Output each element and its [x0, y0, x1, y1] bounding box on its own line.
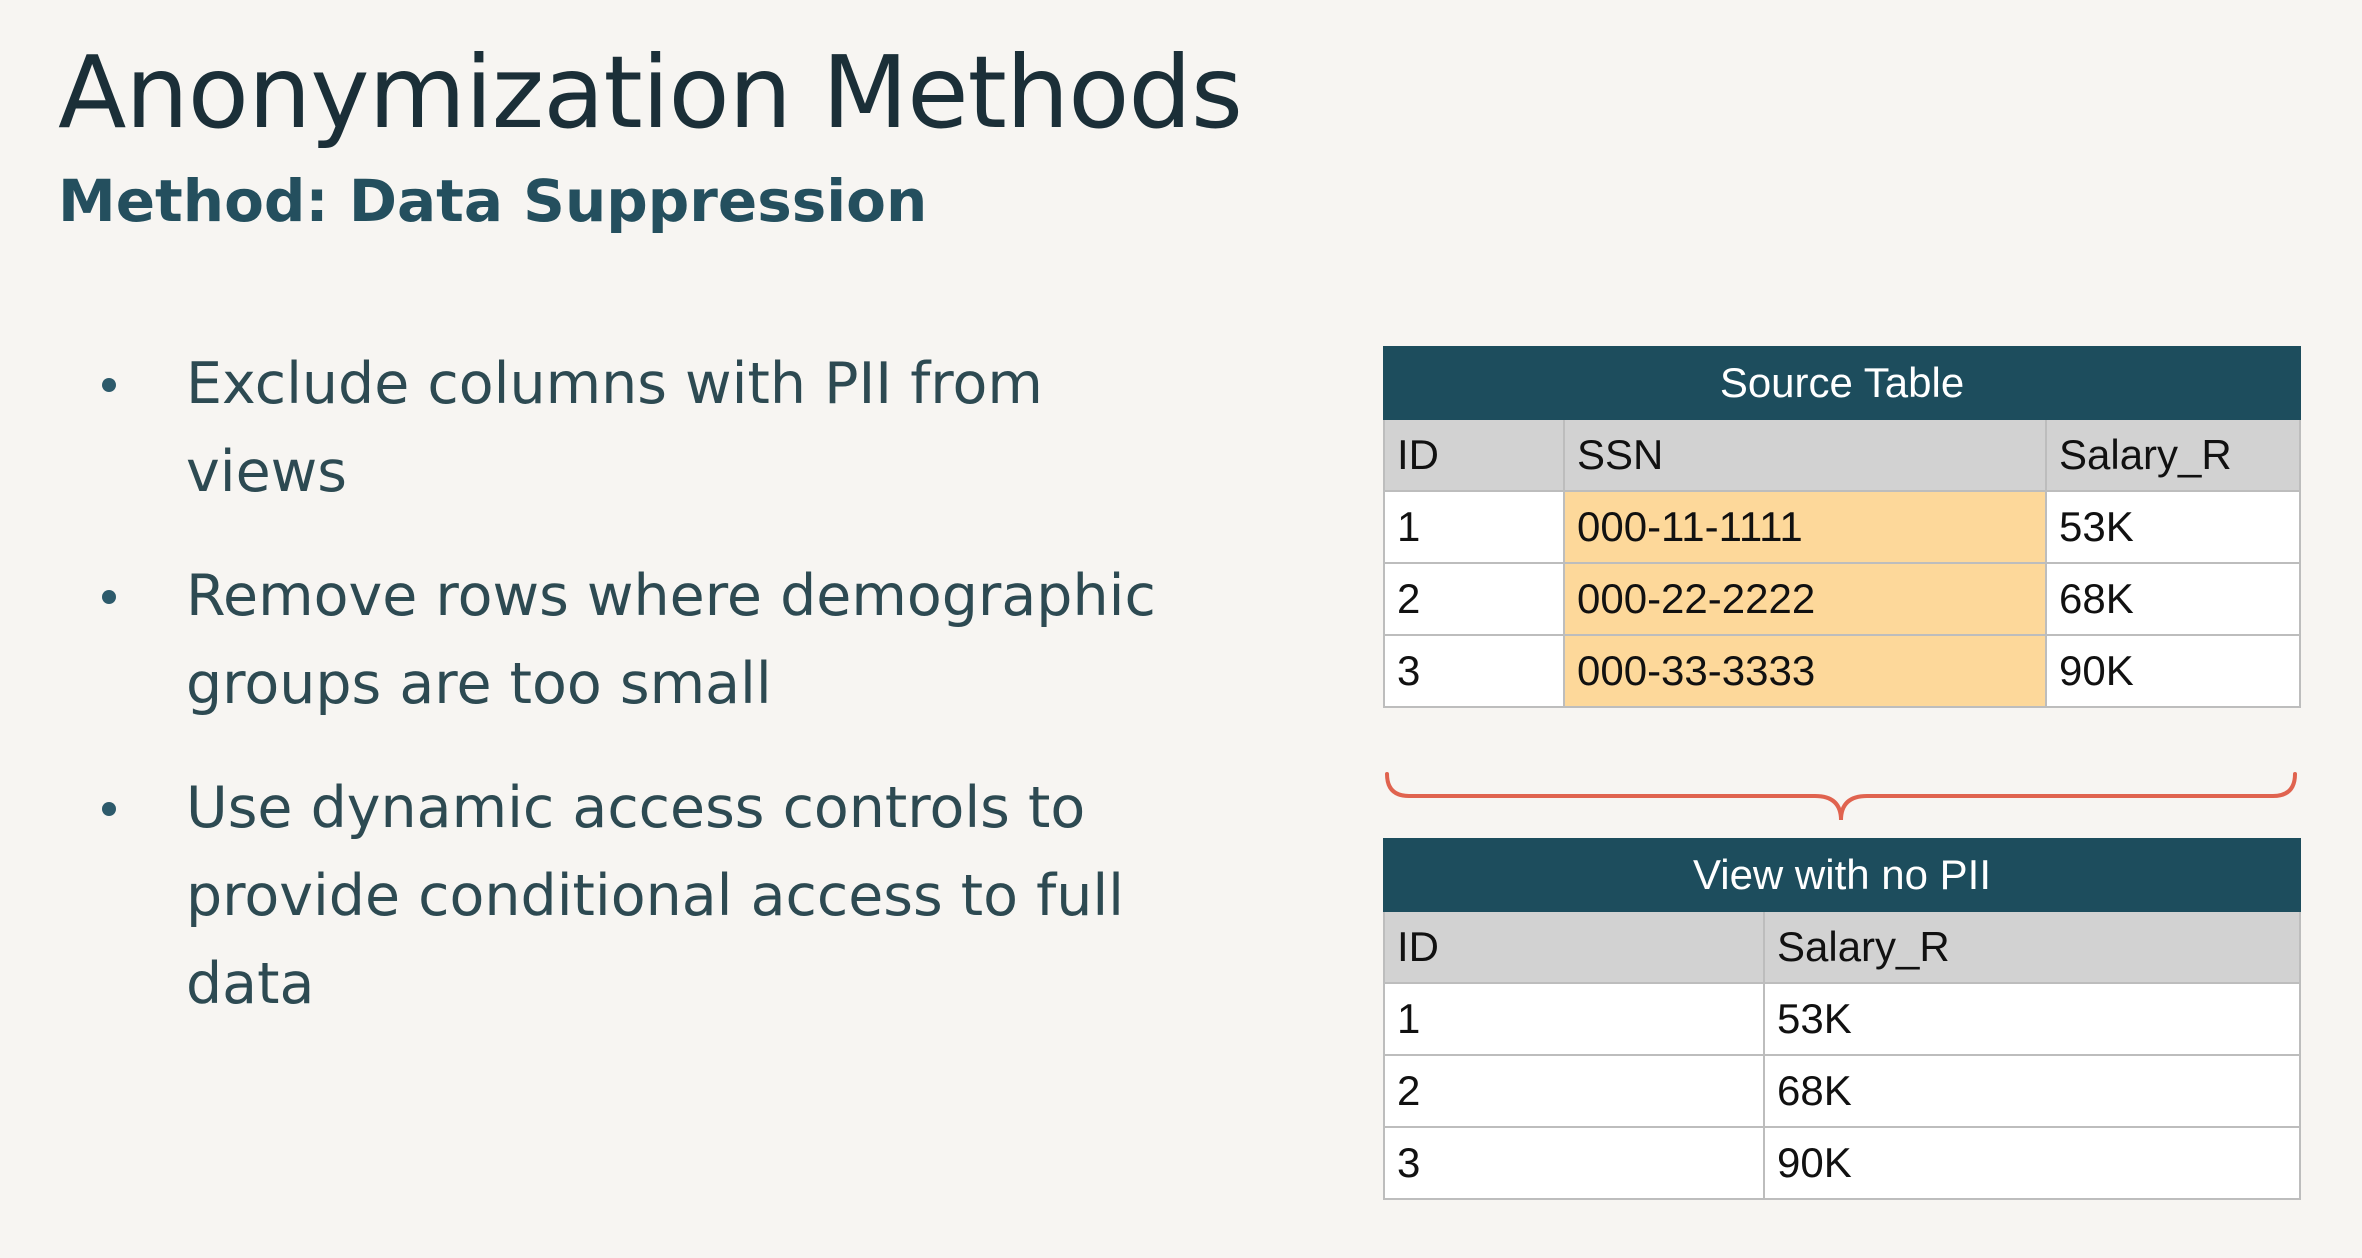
id-cell: 3 [1383, 634, 1565, 708]
bullet-dot-icon [102, 802, 116, 816]
ssn-cell: 000-22-2222 [1563, 562, 2047, 636]
column-header-id: ID [1383, 418, 1565, 492]
bullet-text: Use dynamic access controls to provide c… [186, 775, 1124, 1017]
source-table-header-row: ID SSN Salary_R [1383, 418, 2302, 492]
source-table: Source Table ID SSN Salary_R 1 000-11-11… [1382, 346, 2302, 708]
view-table-title: View with no PII [1382, 838, 2302, 912]
salary-cell: 53K [2044, 490, 2302, 564]
curly-brace-icon [1385, 772, 2297, 821]
bullet-item: Exclude columns with PII from views [100, 340, 1200, 516]
table-row: 2 000-22-2222 68K [1383, 562, 2302, 636]
column-header-salary: Salary_R [1762, 910, 2302, 984]
bullet-item: Remove rows where demographic groups are… [100, 552, 1200, 728]
bullet-text: Exclude columns with PII from views [186, 351, 1043, 505]
salary-cell: 53K [1762, 982, 2302, 1056]
table-row: 2 68K [1383, 1054, 2302, 1128]
column-header-salary: Salary_R [2044, 418, 2302, 492]
salary-cell: 90K [2044, 634, 2302, 708]
subtitle-method-name: Data Suppression [348, 167, 928, 235]
table-row: 1 53K [1383, 982, 2302, 1056]
subtitle-prefix: Method: [58, 167, 349, 235]
view-table-header-row: ID Salary_R [1383, 910, 2302, 984]
salary-cell: 90K [1762, 1126, 2302, 1200]
column-header-id: ID [1383, 910, 1765, 984]
id-cell: 1 [1383, 490, 1565, 564]
source-table-title: Source Table [1382, 346, 2302, 420]
column-header-ssn: SSN [1563, 418, 2047, 492]
id-cell: 1 [1383, 982, 1765, 1056]
bullet-list: Exclude columns with PII from views Remo… [100, 340, 1200, 1064]
id-cell: 2 [1383, 1054, 1765, 1128]
bullet-text: Remove rows where demographic groups are… [186, 563, 1156, 717]
bullet-item: Use dynamic access controls to provide c… [100, 764, 1200, 1028]
slide-subtitle: Method: Data Suppression [58, 168, 927, 235]
salary-cell: 68K [2044, 562, 2302, 636]
table-row: 3 90K [1383, 1126, 2302, 1200]
ssn-cell: 000-33-3333 [1563, 634, 2047, 708]
bullet-dot-icon [102, 378, 116, 392]
view-table: View with no PII ID Salary_R 1 53K 2 68K… [1382, 838, 2302, 1200]
table-row: 1 000-11-1111 53K [1383, 490, 2302, 564]
table-row: 3 000-33-3333 90K [1383, 634, 2302, 708]
id-cell: 3 [1383, 1126, 1765, 1200]
slide-title: Anonymization Methods [58, 34, 1243, 151]
salary-cell: 68K [1762, 1054, 2302, 1128]
ssn-cell: 000-11-1111 [1563, 490, 2047, 564]
bullet-dot-icon [102, 590, 116, 604]
id-cell: 2 [1383, 562, 1565, 636]
